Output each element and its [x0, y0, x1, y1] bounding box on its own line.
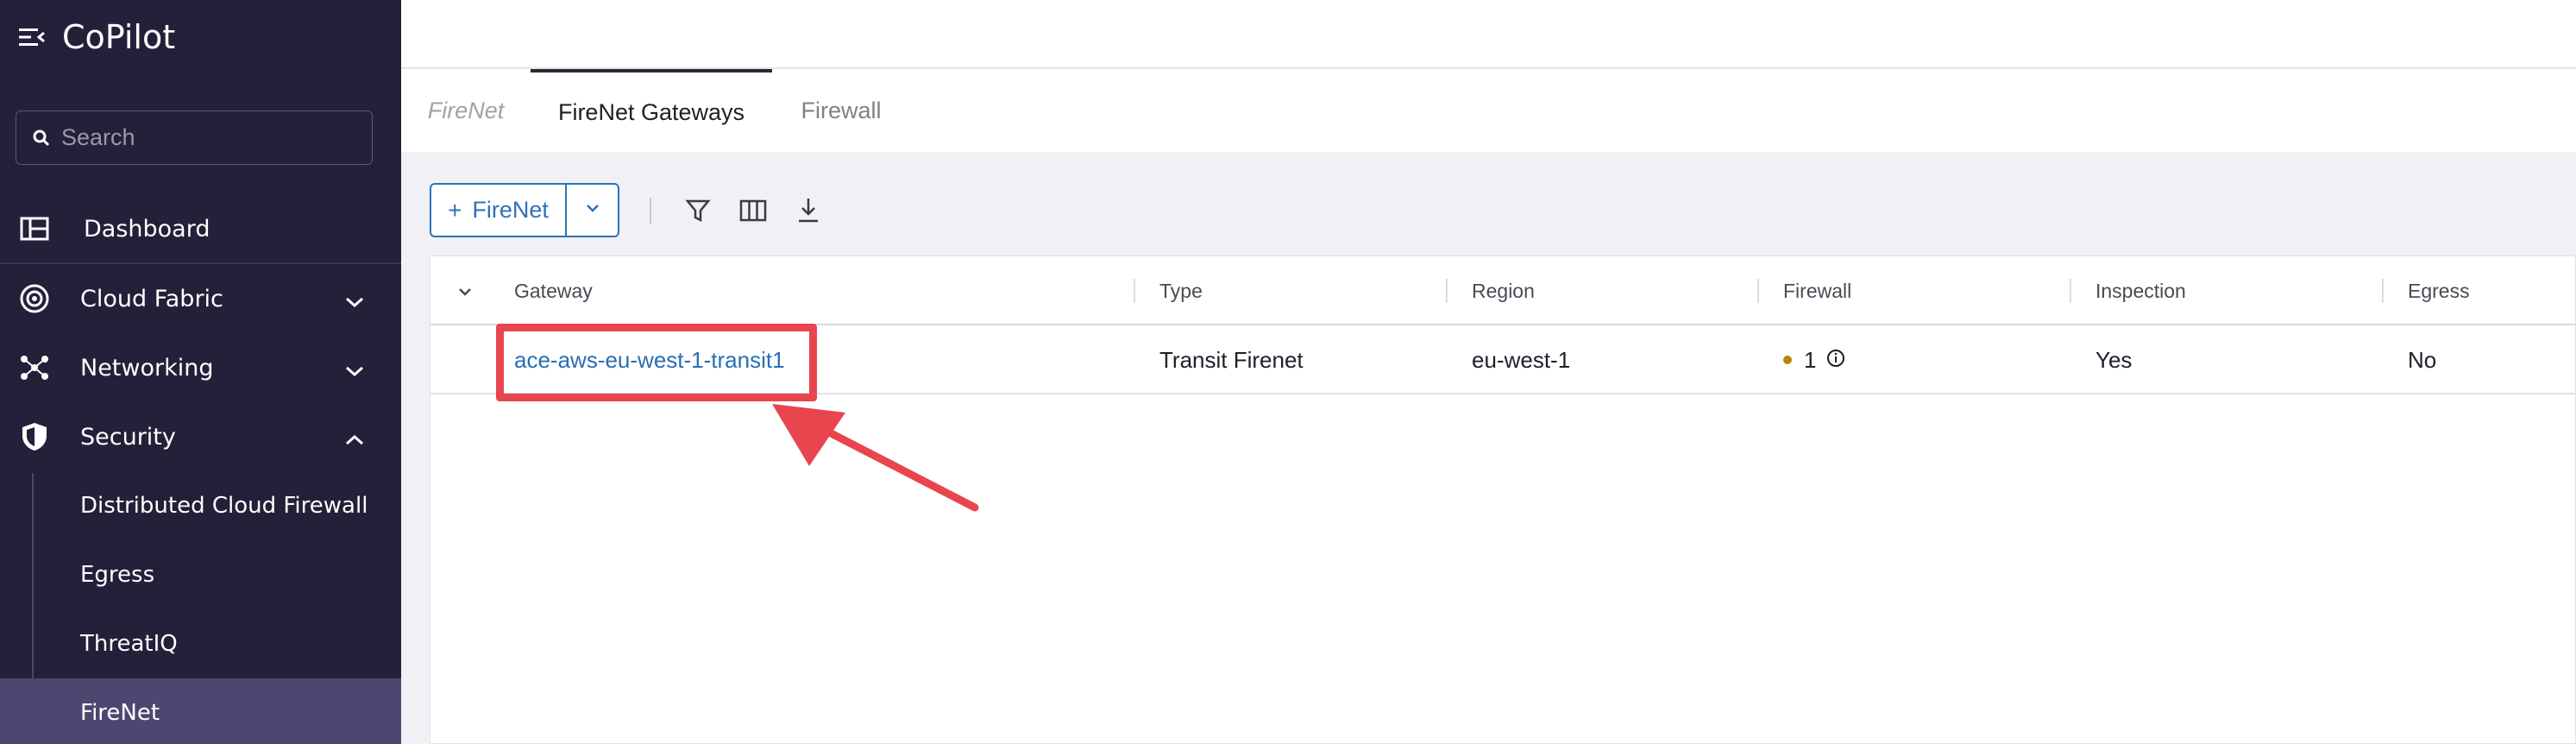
- tab-firenet-gateways[interactable]: FireNet Gateways: [531, 69, 772, 152]
- chevron-down-icon: [343, 359, 366, 377]
- column-resize-handle[interactable]: [1446, 279, 1448, 303]
- expand-all-toggle[interactable]: [456, 256, 474, 325]
- toolbar: + FireNet: [430, 183, 848, 237]
- sidebar-item-security[interactable]: Security: [0, 402, 401, 471]
- filter-icon[interactable]: [682, 195, 713, 226]
- table-header: Gateway Type Region Firewall Inspection …: [430, 256, 2576, 325]
- sidebar-subitem-egress[interactable]: Egress: [0, 540, 401, 609]
- top-bar: [401, 0, 2576, 69]
- sidebar-item-label: Dashboard: [84, 215, 210, 243]
- column-header-inspection[interactable]: Inspection: [2095, 256, 2186, 325]
- add-firenet-button-group: + FireNet: [430, 183, 619, 237]
- columns-icon[interactable]: [738, 195, 769, 226]
- cell-firewall: 1: [1783, 325, 1845, 394]
- app-title: CoPilot: [62, 18, 176, 56]
- sidebar-subitem-label: Egress: [80, 562, 155, 588]
- tab-firewall[interactable]: Firewall: [772, 69, 910, 152]
- cell-region: eu-west-1: [1472, 346, 1571, 373]
- cell-inspection: Yes: [2095, 346, 2133, 373]
- chevron-up-icon: [343, 428, 366, 445]
- column-header-type[interactable]: Type: [1159, 256, 1203, 325]
- sidebar-item-cloud-fabric[interactable]: Cloud Fabric: [0, 264, 401, 333]
- column-header-firewall[interactable]: Firewall: [1783, 256, 1851, 325]
- column-resize-handle[interactable]: [1134, 279, 1135, 303]
- search-input[interactable]: [61, 124, 355, 151]
- chevron-down-icon: [343, 290, 366, 308]
- networking-icon: [19, 352, 50, 383]
- firewall-count: 1: [1804, 346, 1817, 373]
- sidebar-item-networking[interactable]: Networking: [0, 333, 401, 402]
- cell-type: Transit Firenet: [1159, 346, 1304, 373]
- plus-icon: +: [448, 196, 462, 224]
- tab-bar: FireNet FireNet Gateways Firewall: [401, 69, 2576, 152]
- sidebar-subitem-threatiq[interactable]: ThreatIQ: [0, 609, 401, 678]
- sidebar: CoPilot Dashboard: [0, 0, 401, 744]
- sidebar-subitem-label: Distributed Cloud Firewall: [80, 493, 368, 519]
- column-resize-handle[interactable]: [2070, 279, 2071, 303]
- sidebar-subitem-label: FireNet: [80, 700, 160, 726]
- sidebar-subitem-firenet[interactable]: FireNet: [0, 678, 401, 744]
- add-firenet-button[interactable]: + FireNet: [431, 185, 567, 236]
- dashboard-icon: [19, 213, 50, 244]
- sidebar-item-label: Networking: [80, 354, 214, 381]
- sidebar-item-label: Cloud Fabric: [80, 285, 223, 312]
- search-box[interactable]: [16, 110, 373, 165]
- add-firenet-label: FireNet: [472, 197, 549, 223]
- shield-icon: [19, 421, 50, 452]
- breadcrumb-firenet[interactable]: FireNet: [401, 69, 531, 152]
- toolbar-divider: [650, 197, 651, 224]
- cloud-fabric-icon: [19, 283, 50, 314]
- add-firenet-dropdown-button[interactable]: [567, 185, 618, 236]
- brand: CoPilot: [17, 16, 175, 59]
- gateway-link[interactable]: ace-aws-eu-west-1-transit1: [514, 325, 785, 394]
- column-header-region[interactable]: Region: [1472, 256, 1535, 325]
- sidebar-subitem-label: ThreatIQ: [80, 631, 178, 657]
- content-area: + FireNet Gateway Type Region Firewall I…: [401, 152, 2576, 744]
- sidebar-item-label: Security: [80, 423, 176, 451]
- table-row: ace-aws-eu-west-1-transit1 Transit Firen…: [430, 325, 2576, 394]
- cell-egress: No: [2408, 346, 2437, 373]
- status-dot: [1783, 356, 1792, 364]
- column-resize-handle[interactable]: [1757, 279, 1759, 303]
- gateways-table: Gateway Type Region Firewall Inspection …: [430, 255, 2576, 744]
- download-icon[interactable]: [793, 195, 824, 226]
- chevron-down-icon: [456, 280, 474, 303]
- main-area: FireNet FireNet Gateways Firewall + Fire…: [401, 0, 2576, 744]
- column-header-egress[interactable]: Egress: [2408, 256, 2470, 325]
- search-icon: [32, 129, 51, 148]
- info-icon[interactable]: [1826, 347, 1845, 374]
- column-header-gateway[interactable]: Gateway: [514, 256, 593, 325]
- menu-collapse-icon[interactable]: [17, 24, 47, 50]
- chevron-down-icon: [585, 202, 600, 218]
- sidebar-item-dashboard[interactable]: Dashboard: [0, 194, 401, 263]
- sidebar-subitem-distributed-cloud-firewall[interactable]: Distributed Cloud Firewall: [0, 471, 401, 540]
- column-resize-handle[interactable]: [2382, 279, 2384, 303]
